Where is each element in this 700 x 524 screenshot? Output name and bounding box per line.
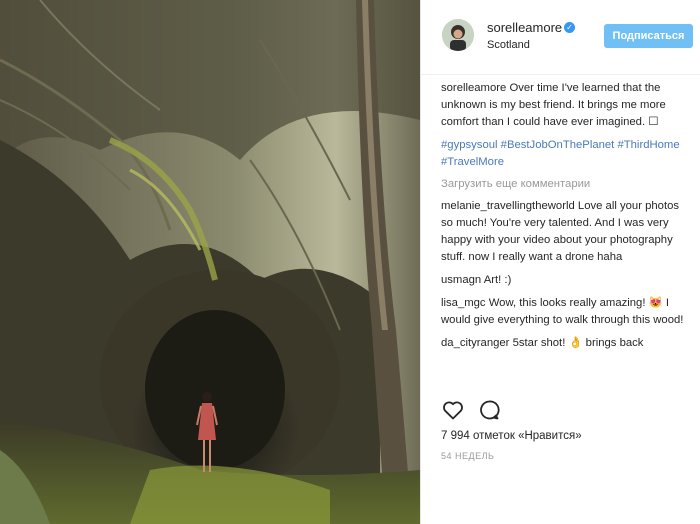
comments-list[interactable]: sorelleamore Over time I've learned that… xyxy=(441,80,693,390)
load-more-comments-link[interactable]: Загрузить еще комментарии xyxy=(441,176,693,193)
post-location[interactable]: Scotland xyxy=(487,39,530,51)
comment-username[interactable]: da_cityranger xyxy=(441,337,509,349)
like-button[interactable] xyxy=(441,398,465,422)
comment-item: da_cityranger 5star shot! 👌 brings back xyxy=(441,335,693,352)
follow-button[interactable]: Подписаться xyxy=(604,24,693,48)
avatar-image xyxy=(442,19,474,51)
comment-username[interactable]: usmagn xyxy=(441,274,481,286)
post-username[interactable]: sorelleamore xyxy=(487,20,562,35)
comment-button[interactable] xyxy=(477,398,501,422)
caption: sorelleamore Over time I've learned that… xyxy=(441,80,693,131)
post-actions xyxy=(441,398,691,424)
verified-badge-icon: ✓ xyxy=(564,22,575,33)
post-photo[interactable] xyxy=(0,0,420,524)
comment-username[interactable]: melanie_travellingtheworld xyxy=(441,200,575,212)
comment-item: melanie_travellingtheworld Love all your… xyxy=(441,198,693,266)
comment-text: 5star shot! 👌 brings back xyxy=(512,337,644,349)
comment-item: usmagn Art! :) xyxy=(441,272,693,289)
comment-item: lisa_mgc Wow, this looks really amazing!… xyxy=(441,295,693,329)
heart-outline-icon xyxy=(443,401,463,420)
comment-username[interactable]: lisa_mgc xyxy=(441,297,486,309)
forest-photo xyxy=(0,0,420,524)
caption-username[interactable]: sorelleamore xyxy=(441,82,506,94)
speech-bubble-icon xyxy=(480,400,500,420)
likes-count[interactable]: 7 994 отметок «Нравится» xyxy=(441,430,582,442)
comment-text: Art! :) xyxy=(483,274,512,286)
avatar[interactable] xyxy=(442,19,474,51)
caption-hashtags[interactable]: #gypsysoul #BestJobOnThePlanet #ThirdHom… xyxy=(441,137,693,171)
post-details-panel: sorelleamore ✓ Scotland Подписаться sore… xyxy=(420,0,700,524)
post-timestamp: 54 НЕДЕЛЬ xyxy=(441,451,495,461)
post-header: sorelleamore ✓ Scotland Подписаться xyxy=(421,0,700,75)
